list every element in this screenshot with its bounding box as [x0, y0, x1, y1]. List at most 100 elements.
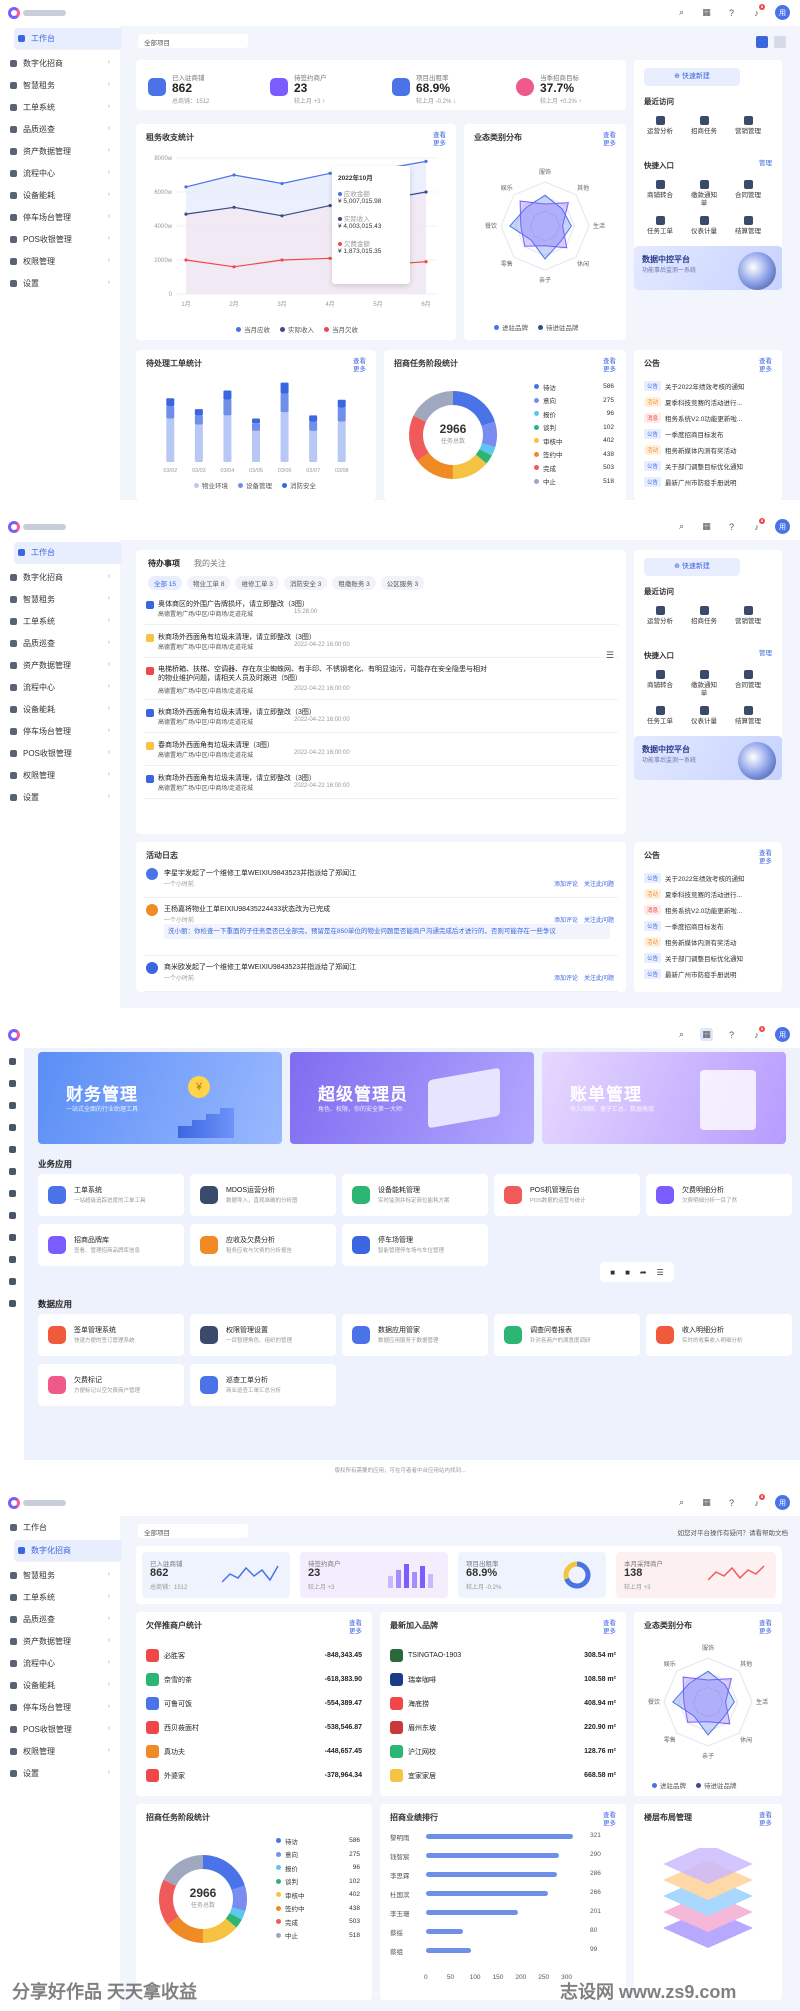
app-card[interactable]: 工单系统 一站超级追踪进度的工单工具	[38, 1174, 184, 1216]
avatar[interactable]: 用	[775, 5, 790, 20]
quick-item[interactable]: 缴款通知单	[688, 670, 720, 698]
sidebar-item-workbench[interactable]: 工作台	[14, 542, 122, 564]
recent-item[interactable]: 招商任务	[688, 116, 720, 136]
banner-billing[interactable]: 账单管理 收入明细，便于汇总，数据高效	[542, 1052, 786, 1144]
grid-icon[interactable]: ▦	[700, 520, 713, 533]
sidebar-item[interactable]: 工单系统 ›	[0, 1586, 120, 1608]
recent-item[interactable]: 营销管理	[732, 606, 764, 626]
search-icon[interactable]: ⌕	[675, 520, 688, 533]
notice-item[interactable]: 公告 一季度招商目标发布	[644, 920, 774, 932]
app-card[interactable]: MDOS运营分析 数据导入，直观准确的分析图	[190, 1174, 336, 1216]
rank-row[interactable]: 外婆家 -378,964.34	[146, 1766, 362, 1785]
parking-icon[interactable]	[8, 1234, 16, 1241]
avatar[interactable]: 用	[775, 1027, 790, 1042]
home-icon[interactable]	[8, 1058, 16, 1065]
sidebar-item[interactable]: 设备能耗 ›	[0, 1674, 120, 1696]
app-logo[interactable]	[8, 1029, 22, 1041]
log-actions[interactable]: 添加评论 关注此问题	[554, 879, 614, 888]
grid-icon[interactable]: ▦	[700, 1496, 713, 1509]
project-select[interactable]: 全部项目	[138, 34, 248, 48]
app-card[interactable]: 欠费标记 方便标记以空欠费商户管理	[38, 1364, 184, 1406]
lock-icon[interactable]	[8, 1278, 16, 1285]
notice-item[interactable]: 公告 一季度招商目标发布	[644, 428, 774, 440]
flow-icon[interactable]	[8, 1190, 16, 1197]
app-card[interactable]: 设备能耗管理 实时监测并标定商位能耗方案	[342, 1174, 488, 1216]
sidebar-item[interactable]: 资产数据管理 ›	[0, 654, 120, 676]
rank-row[interactable]: 宜家家居 668.58 m²	[390, 1766, 616, 1785]
notice-item[interactable]: 活动 租务新媒体内测有奖活动	[644, 444, 774, 456]
quick-item[interactable]: 任务工单	[644, 706, 676, 726]
square-icon[interactable]: ■	[625, 1268, 630, 1277]
sidebar-item[interactable]: 停车场台管理 ›	[0, 206, 120, 228]
app-card[interactable]: POS机管理后台 POS数据的运营与统计	[494, 1174, 640, 1216]
quick-item[interactable]: 商铺转合	[644, 180, 676, 200]
sidebar-item-workbench[interactable]: 工作台	[0, 1516, 120, 1538]
filter-chip[interactable]: 物业工单 8	[187, 576, 231, 590]
sidebar-item[interactable]: 设置 ›	[0, 272, 120, 294]
rank-row[interactable]: 可鲁可饭 -554,389.47	[146, 1694, 362, 1713]
app-card[interactable]: 签单管理系统 快速方便的签订管理系统	[38, 1314, 184, 1356]
stage-more-link[interactable]: 查看更多	[598, 358, 616, 374]
recent-item[interactable]: 营销管理	[732, 116, 764, 136]
sidebar-item[interactable]: 设置 ›	[0, 1762, 120, 1784]
building-icon[interactable]	[8, 1102, 16, 1109]
help-icon[interactable]: ?	[725, 1028, 738, 1041]
promo-data-center[interactable]: 数据中控平台 功能事后监测一系统	[634, 736, 782, 780]
search-icon[interactable]: ⌕	[675, 1028, 688, 1041]
sidebar-item[interactable]: POS收银管理 ›	[0, 228, 120, 250]
square-icon[interactable]: ■	[610, 1268, 615, 1277]
todo-item[interactable]: 春商场外西面角有垃圾未清理（3图） 高德置地广场/中区/中商场/走道花城 2022-…	[144, 737, 618, 766]
sidebar-item[interactable]: 设备能耗 ›	[0, 184, 120, 206]
brands-more-link[interactable]: 查看更多	[598, 1620, 616, 1636]
app-logo[interactable]	[8, 521, 66, 533]
filter-chip[interactable]: 公区服务 3	[380, 576, 425, 590]
search-icon[interactable]: ⌕	[675, 6, 688, 19]
filter-chip[interactable]: 全部 15	[148, 576, 183, 590]
todo-item[interactable]: 秋商场外西面角有垃圾未清理，请立即整改（3图） 高德置地广场/中区/中商场/走道花…	[144, 704, 618, 733]
help-icon[interactable]: ?	[725, 6, 738, 19]
sidebar-item[interactable]: 品质巡查 ›	[0, 118, 120, 140]
app-logo[interactable]	[8, 7, 66, 19]
todo-item[interactable]: 电梯桥箱、扶梯、空调器、存在灰尘蜘蛛网、有手印、不锈钢老化、有明显油污，可能存在…	[144, 662, 618, 700]
sidebar-item[interactable]: POS收银管理 ›	[0, 1718, 120, 1740]
todo-item[interactable]: 秋商场外西面角有垃圾未清理，请立即整改（3图） 高德置地广场/中区/中商场/走道花…	[144, 770, 618, 799]
sidebar-item-investment[interactable]: 数字化招商	[14, 1540, 122, 1562]
sidebar-item[interactable]: 资产数据管理 ›	[0, 1630, 120, 1652]
sidebar-item[interactable]: 权限管理 ›	[0, 250, 120, 272]
rank-row[interactable]: 沪江网校 128.76 m²	[390, 1742, 616, 1761]
filter-chip[interactable]: 消防安全 3	[283, 576, 328, 590]
notice-item[interactable]: 公告 最新广州市防疫手册说明	[644, 968, 774, 980]
banner-finance[interactable]: 财务管理 一站式全面的行业助理工具 ¥	[38, 1052, 282, 1144]
rank-row[interactable]: 瑞幸咖啡 108.58 m²	[390, 1670, 616, 1689]
banner-super-admin[interactable]: 超级管理员 角色、权限，你的安全第一大师	[290, 1052, 534, 1144]
sidebar-item[interactable]: 智慧租务 ›	[0, 74, 120, 96]
recent-item[interactable]: 招商任务	[688, 606, 720, 626]
rank-row[interactable]: TSINGTAO-1903 308.54 m²	[390, 1646, 616, 1665]
notice-item[interactable]: 公告 关于2022年绩效考核的通知	[644, 380, 774, 392]
database-icon[interactable]	[8, 1168, 16, 1175]
todo-item[interactable]: 秋商场外西面角有垃圾未清理，请立即整改（3图） 高德置地广场/中区/中商场/走道花…	[144, 629, 618, 658]
notice-item[interactable]: 公告 关于2022年绩效考核的通知	[644, 872, 774, 884]
sidebar-item[interactable]: 数字化招商 ›	[0, 566, 120, 588]
help-icon[interactable]: ?	[725, 520, 738, 533]
app-card[interactable]: 数据应用管家 数据应用服务于数据管理	[342, 1314, 488, 1356]
notice-item[interactable]: 消息 租务系统V2.0功能更新啦...	[644, 904, 774, 916]
floors-more-link[interactable]: 查看更多	[754, 1812, 772, 1828]
bell-icon[interactable]: ♪ 8	[750, 518, 765, 533]
quick-manage-link[interactable]: 管理	[754, 650, 772, 658]
rank-row[interactable]: 必胜客 -848,343.45	[146, 1646, 362, 1665]
list-view-icon[interactable]	[774, 36, 786, 48]
filter-chip[interactable]: 维修工单 3	[235, 576, 279, 590]
search-icon[interactable]: ⌕	[675, 1496, 688, 1509]
promo-data-center[interactable]: 数据中控平台 功能事后监测一系统	[634, 246, 782, 290]
sidebar-item[interactable]: 流程中心 ›	[0, 1652, 120, 1674]
app-card[interactable]: 欠费明细分析 欠费明细分析一目了然	[646, 1174, 792, 1216]
notice-item[interactable]: 公告 关于部门调整目标优化通知	[644, 952, 774, 964]
sidebar-item-workbench[interactable]: 工作台	[14, 28, 122, 50]
rank-row[interactable]: 奈雪的茶 -618,383.90	[146, 1670, 362, 1689]
tab-todo[interactable]: 待办事项	[148, 558, 180, 569]
notice-item[interactable]: 活动 夏季科技竞赛的活动进行...	[644, 888, 774, 900]
help-link[interactable]: 如您对平台操作有疑问？请看帮助文档	[678, 1527, 789, 1537]
quick-create-button[interactable]: ⊕ 快速新建	[644, 558, 740, 576]
tab-follow[interactable]: 我的关注	[194, 558, 226, 569]
